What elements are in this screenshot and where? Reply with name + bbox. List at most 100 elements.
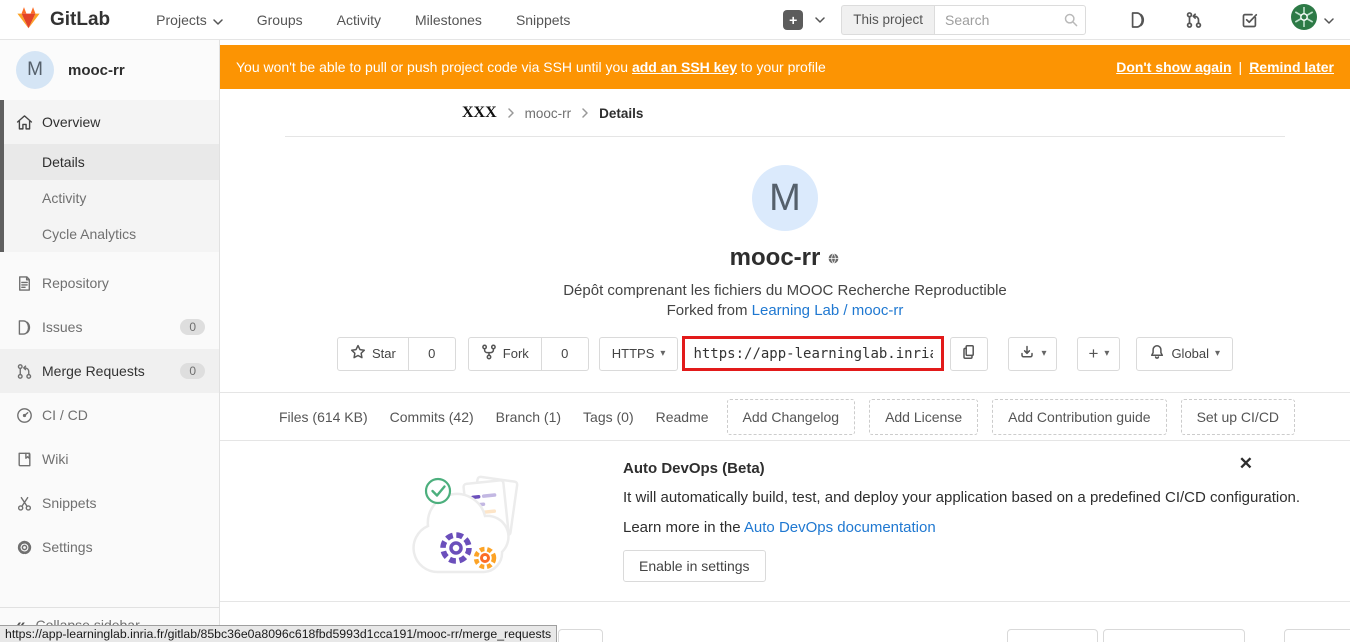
cutoff-button[interactable] xyxy=(558,629,603,642)
project-description: Dépôt comprenant les fichiers du MOOC Re… xyxy=(220,282,1350,299)
star-button[interactable]: Star xyxy=(337,337,409,371)
dont-show-again-link[interactable]: Don't show again xyxy=(1116,59,1231,75)
breadcrumb-user[interactable]: XXX xyxy=(462,104,497,122)
sidebar-item-cycle-analytics[interactable]: Cycle Analytics xyxy=(4,216,219,252)
devops-doc-link[interactable]: Auto DevOps documentation xyxy=(744,519,936,536)
protocol-dropdown[interactable]: HTTPS ▾ xyxy=(599,337,679,371)
close-icon[interactable]: ✕ xyxy=(1239,455,1253,472)
enable-in-settings-button[interactable]: Enable in settings xyxy=(623,550,766,582)
main-content: XXX mooc-rr Details M mooc-rr xyxy=(220,89,1350,642)
star-count[interactable]: 0 xyxy=(409,337,456,371)
merge-requests-count-badge: 0 xyxy=(180,363,205,379)
sidebar-item-ci-cd[interactable]: CI / CD xyxy=(0,393,219,437)
gitlab-home-link[interactable]: GitLab xyxy=(16,6,110,34)
tanuki-logo-icon xyxy=(16,6,41,34)
book-icon xyxy=(16,451,33,468)
user-avatar xyxy=(1291,4,1317,35)
new-menu-button[interactable]: + xyxy=(783,10,825,30)
remind-later-link[interactable]: Remind later xyxy=(1249,59,1334,75)
chevron-down-icon xyxy=(815,17,825,23)
setup-cicd-button[interactable]: Set up CI/CD xyxy=(1181,399,1295,435)
add-contribution-guide-button[interactable]: Add Contribution guide xyxy=(992,399,1166,435)
sidebar-item-issues[interactable]: Issues 0 xyxy=(0,305,219,349)
forked-from-link[interactable]: Learning Lab / mooc-rr xyxy=(752,302,904,319)
sidebar-item-wiki[interactable]: Wiki xyxy=(0,437,219,481)
auto-devops-callout: Auto DevOps (Beta) It will automatically… xyxy=(220,441,1350,602)
sidebar-item-snippets[interactable]: Snippets xyxy=(0,481,219,525)
cutoff-button[interactable] xyxy=(1284,629,1350,642)
sidebar-item-overview[interactable]: Overview xyxy=(4,100,219,144)
issues-count-badge: 0 xyxy=(180,319,205,335)
breadcrumb-current: Details xyxy=(599,106,643,121)
status-url: https://app-learninglab.inria.fr/gitlab/… xyxy=(5,627,551,641)
scissors-icon xyxy=(16,495,33,512)
issues-dashboard-button[interactable] xyxy=(1129,11,1147,29)
project-sidebar: M mooc-rr Overview Details Activity Cycl… xyxy=(0,40,220,642)
sidebar-item-settings[interactable]: Settings xyxy=(0,525,219,569)
cutoff-button[interactable] xyxy=(1007,629,1098,642)
todos-button[interactable] xyxy=(1241,11,1259,29)
breadcrumb-project[interactable]: mooc-rr xyxy=(525,106,572,121)
document-icon xyxy=(16,275,33,292)
gitlab-window: GitLab Projects Groups Activity Mileston… xyxy=(0,0,1350,642)
add-ssh-key-link[interactable]: add an SSH key xyxy=(632,59,737,75)
top-navbar: GitLab Projects Groups Activity Mileston… xyxy=(0,0,1350,40)
download-dropdown[interactable]: ▾ xyxy=(1008,337,1057,371)
tab-files[interactable]: Files (614 KB) xyxy=(268,409,379,425)
notification-dropdown[interactable]: Global ▾ xyxy=(1136,337,1233,371)
navbar-left: GitLab Projects Groups Activity Mileston… xyxy=(16,6,570,34)
banner-message: You won't be able to pull or push projec… xyxy=(236,59,826,75)
issues-icon xyxy=(16,319,33,336)
star-icon xyxy=(350,344,366,363)
sidebar-item-activity[interactable]: Activity xyxy=(4,180,219,216)
project-title-row: mooc-rr xyxy=(220,244,1350,272)
sidebar-items: Repository Issues 0 Merge Requests 0 xyxy=(0,261,219,569)
navbar-right: + This project xyxy=(783,4,1334,35)
add-license-button[interactable]: Add License xyxy=(869,399,978,435)
project-actions: Star 0 Fork 0 HTTPS ▾ xyxy=(220,336,1350,371)
sidebar-item-repository[interactable]: Repository xyxy=(0,261,219,305)
merge-request-icon xyxy=(16,363,33,380)
fork-button[interactable]: Fork xyxy=(468,337,542,371)
chevron-right-icon xyxy=(582,106,588,121)
tab-readme[interactable]: Readme xyxy=(645,409,720,425)
search-box xyxy=(934,5,1086,35)
tab-commits[interactable]: Commits (42) xyxy=(379,409,485,425)
cutoff-button[interactable] xyxy=(1103,629,1245,642)
project-header: M mooc-rr Dépôt comprenant les fichiers … xyxy=(220,165,1350,319)
breadcrumb: XXX mooc-rr Details xyxy=(220,89,1350,137)
sidebar-project-name: mooc-rr xyxy=(68,62,125,79)
caret-down-icon: ▾ xyxy=(1215,348,1220,359)
caret-down-icon: ▾ xyxy=(1041,348,1046,359)
add-changelog-button[interactable]: Add Changelog xyxy=(727,399,856,435)
search-icon xyxy=(1063,12,1079,33)
tab-branch[interactable]: Branch (1) xyxy=(485,409,572,425)
user-menu-button[interactable] xyxy=(1291,4,1334,35)
sidebar-item-merge-requests[interactable]: Merge Requests 0 xyxy=(0,349,219,393)
project-avatar: M xyxy=(752,165,818,231)
project-name: mooc-rr xyxy=(730,244,821,272)
plus-icon: + xyxy=(1088,344,1098,364)
chevron-down-icon xyxy=(213,12,223,28)
devops-description: It will automatically build, test, and d… xyxy=(623,489,1300,506)
sidebar-project-header[interactable]: M mooc-rr xyxy=(0,40,219,100)
star-group: Star 0 xyxy=(337,337,456,371)
new-item-dropdown[interactable]: + ▾ xyxy=(1077,337,1120,371)
fork-count[interactable]: 0 xyxy=(542,337,589,371)
banner-actions: Don't show again | Remind later xyxy=(1116,59,1334,75)
copy-url-button[interactable] xyxy=(950,337,988,371)
tab-tags[interactable]: Tags (0) xyxy=(572,409,645,425)
nav-groups[interactable]: Groups xyxy=(257,12,303,28)
sidebar-item-details[interactable]: Details xyxy=(4,144,219,180)
clone-url-input[interactable] xyxy=(685,339,941,368)
public-globe-icon xyxy=(827,244,840,272)
nav-snippets[interactable]: Snippets xyxy=(516,12,570,28)
devops-title: Auto DevOps (Beta) xyxy=(623,460,1300,477)
nav-milestones[interactable]: Milestones xyxy=(415,12,482,28)
nav-activity[interactable]: Activity xyxy=(337,12,381,28)
nav-projects[interactable]: Projects xyxy=(156,12,223,28)
bell-icon xyxy=(1149,344,1165,363)
merge-requests-dashboard-button[interactable] xyxy=(1185,11,1203,29)
project-avatar-small: M xyxy=(16,51,54,89)
devops-illustration xyxy=(408,454,528,601)
